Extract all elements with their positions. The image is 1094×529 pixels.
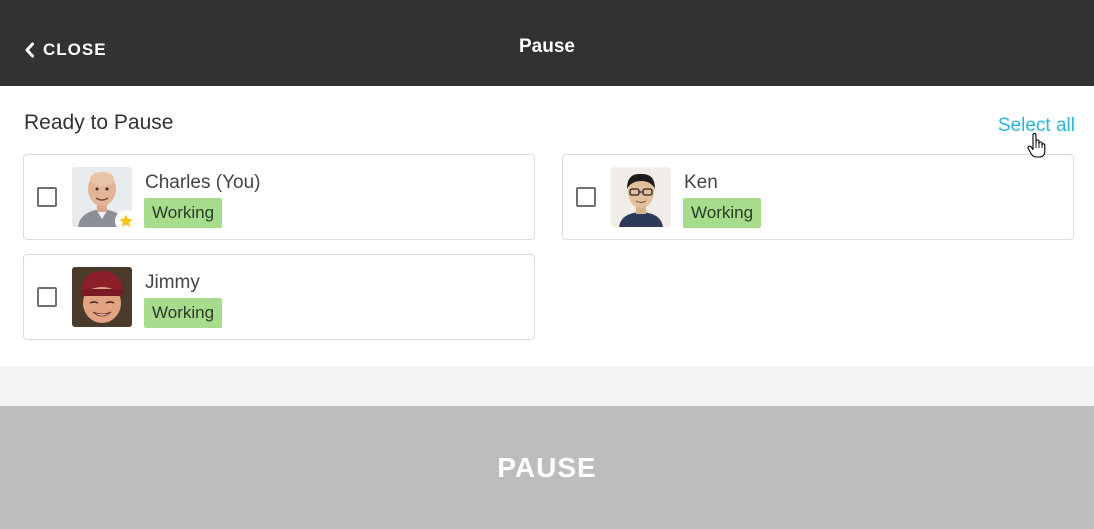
man-red-beanie-avatar bbox=[72, 267, 132, 327]
member-name: Ken bbox=[684, 172, 718, 193]
status-badge: Working bbox=[144, 298, 223, 328]
status-badge: Working bbox=[144, 198, 223, 228]
member-card-charles[interactable]: Charles (You) Working bbox=[23, 154, 535, 240]
top-bar: CLOSE Pause bbox=[0, 0, 1094, 86]
member-card-ken[interactable]: Ken Working bbox=[562, 154, 1074, 240]
status-badge: Working bbox=[683, 198, 762, 228]
member-checkbox[interactable] bbox=[37, 187, 57, 207]
man-glasses-avatar bbox=[611, 167, 671, 227]
section-title: Ready to Pause bbox=[24, 111, 174, 134]
member-checkbox[interactable] bbox=[576, 187, 596, 207]
member-name: Charles (You) bbox=[145, 172, 261, 193]
member-card-jimmy[interactable]: Jimmy Working bbox=[23, 254, 535, 340]
pause-button[interactable]: PAUSE bbox=[0, 406, 1094, 529]
avatar bbox=[611, 167, 671, 227]
avatar bbox=[72, 267, 132, 327]
favorite-star-icon bbox=[115, 210, 137, 232]
member-checkbox[interactable] bbox=[37, 287, 57, 307]
member-name: Jimmy bbox=[145, 272, 200, 293]
page-title: Pause bbox=[519, 36, 575, 57]
hand-pointer-icon bbox=[1027, 133, 1046, 158]
pause-button-label: PAUSE bbox=[497, 451, 597, 483]
